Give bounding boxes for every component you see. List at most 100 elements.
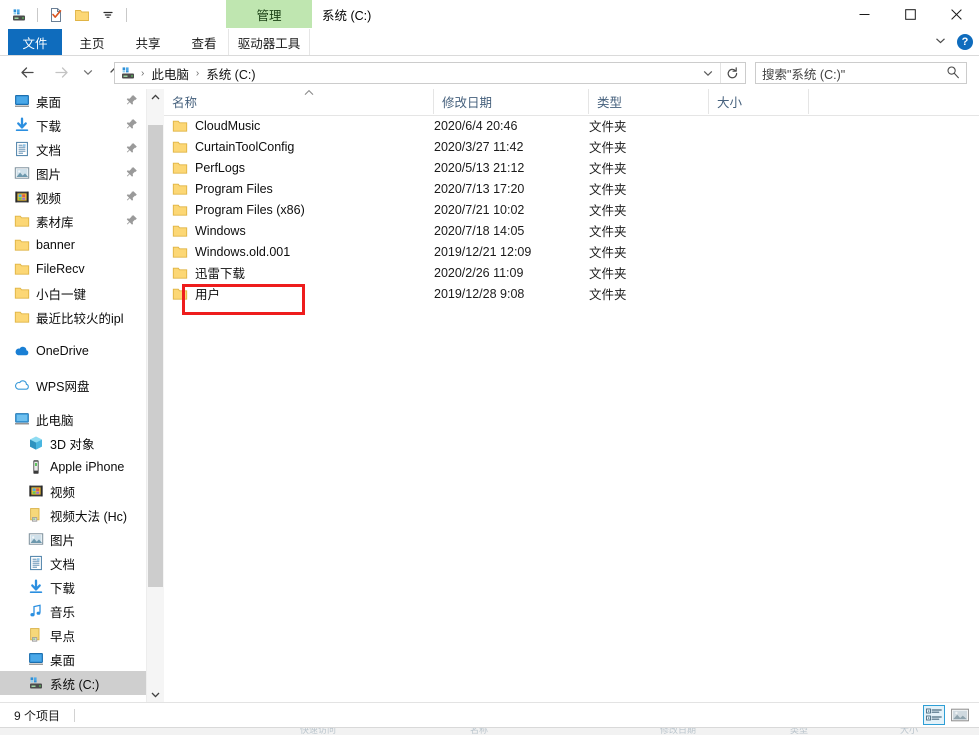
column-header-type[interactable]: 类型 [589, 89, 709, 114]
sidebar-item-0-g0[interactable]: 桌面 [0, 89, 146, 113]
new-folder-icon[interactable] [71, 4, 93, 26]
table-row[interactable]: Program Files 2020/7/13 17:20 文件夹 [164, 178, 979, 199]
sidebar-item-label: 小白一键 [36, 287, 87, 302]
pin-icon[interactable] [126, 94, 138, 106]
back-button[interactable] [14, 59, 40, 85]
sidebar-item-label: 桌面 [36, 95, 62, 110]
scrollbar-thumb[interactable] [148, 125, 163, 587]
sidebar-item-8-g3[interactable]: 音乐 [0, 599, 146, 623]
sidebar-item-6-g3[interactable]: 文档 [0, 551, 146, 575]
navigation-pane-scrollbar[interactable] [146, 89, 164, 703]
sidebar-item-9-g3[interactable]: 早点 [0, 623, 146, 647]
sidebar-item-1-g0[interactable]: 下载 [0, 113, 146, 137]
breadcrumb-system-c[interactable]: 系统 (C:) [204, 64, 257, 83]
file-name-label: Windows.old.001 [195, 244, 291, 259]
sidebar-item-label: 系统 (C:) [50, 677, 100, 692]
table-row[interactable]: 用户 2019/12/28 9:08 文件夹 [164, 283, 979, 304]
table-row[interactable]: Windows.old.001 2019/12/21 12:09 文件夹 [164, 241, 979, 262]
file-name-cell[interactable]: Program Files (x86) [172, 202, 305, 218]
breadcrumb-separator-1[interactable]: › [191, 68, 204, 79]
sidebar-item-1-g3[interactable]: 3D 对象 [0, 431, 146, 455]
file-type-cell: 文件夹 [589, 141, 627, 155]
file-name-cell[interactable]: CurtainToolConfig [172, 139, 294, 155]
sidebar-item-2-g0[interactable]: 文档 [0, 137, 146, 161]
sidebar-item-label: 桌面 [50, 653, 76, 668]
sidebar-item-7-g0[interactable]: FileRecv [0, 257, 146, 281]
sidebar-item-9-g0[interactable]: 最近比较火的ipl [0, 305, 146, 329]
minimize-button[interactable] [841, 0, 887, 29]
file-name-cell[interactable]: CloudMusic [172, 118, 260, 134]
folder-icon [172, 139, 188, 155]
help-icon[interactable]: ? [957, 34, 973, 50]
tab-home[interactable]: 主页 [68, 29, 116, 55]
sidebar-item-6-g0[interactable]: banner [0, 233, 146, 257]
file-name-cell[interactable]: Windows [172, 223, 246, 239]
folder-icon [172, 181, 188, 197]
sidebar-item-2-g3[interactable]: Apple iPhone [0, 455, 146, 479]
column-header-date[interactable]: 修改日期 [434, 89, 589, 114]
file-rows: CloudMusic 2020/6/4 20:46 文件夹 CurtainToolCo… [164, 115, 979, 304]
table-row[interactable]: 迅雷下载 2020/2/26 11:09 文件夹 [164, 262, 979, 283]
file-name-label: Windows [195, 223, 246, 238]
scroll-down-icon[interactable] [147, 686, 164, 703]
search-input[interactable]: 搜索"系统 (C:)" [762, 64, 946, 83]
sidebar-item-0-g3[interactable]: 此电脑 [0, 407, 146, 431]
file-name-cell[interactable]: Program Files [172, 181, 273, 197]
tab-file[interactable]: 文件 [8, 29, 62, 55]
table-row[interactable]: Windows 2020/7/18 14:05 文件夹 [164, 220, 979, 241]
breadcrumb-dropdown-icon[interactable] [697, 63, 719, 83]
file-name-cell[interactable]: 用户 [172, 284, 220, 303]
sidebar-item-8-g0[interactable]: 小白一键 [0, 281, 146, 305]
sidebar-item-0-g2[interactable]: WPS网盘 [0, 373, 146, 397]
large-icons-view-icon[interactable] [949, 705, 971, 725]
tab-share[interactable]: 共享 [124, 29, 172, 55]
pin-icon[interactable] [126, 190, 138, 202]
drive-folder-icon [28, 507, 44, 523]
forward-button[interactable] [48, 59, 74, 85]
search-icon[interactable] [946, 65, 960, 82]
customize-dropdown-icon[interactable] [97, 4, 119, 26]
sidebar-item-label: 最近比较火的ipl [36, 311, 124, 326]
sidebar-item-3-g3[interactable]: 视频 [0, 479, 146, 503]
drive-icon[interactable] [8, 4, 30, 26]
breadcrumb-this-pc[interactable]: 此电脑 [149, 64, 191, 83]
table-row[interactable]: Program Files (x86) 2020/7/21 10:02 文件夹 [164, 199, 979, 220]
sidebar-item-4-g0[interactable]: 视频 [0, 185, 146, 209]
maximize-button[interactable] [887, 0, 933, 29]
sidebar-item-7-g3[interactable]: 下载 [0, 575, 146, 599]
refresh-icon[interactable] [720, 63, 743, 83]
sidebar-item-0-g1[interactable]: OneDrive [0, 339, 146, 363]
file-name-cell[interactable]: 迅雷下载 [172, 263, 245, 282]
search-box[interactable]: 搜索"系统 (C:)" [755, 62, 967, 84]
scroll-up-icon[interactable] [147, 89, 164, 106]
recent-locations-button[interactable] [78, 59, 98, 85]
sidebar-item-11-g3[interactable]: 系统 (C:) [0, 671, 146, 695]
sidebar-item-5-g0[interactable]: 素材库 [0, 209, 146, 233]
pin-icon[interactable] [126, 118, 138, 130]
navigation-pane[interactable]: 桌面 下载 文档 图片 视频 素材库 banner FileRecv 小白一键 最近比较火的ipl… [0, 89, 147, 703]
chevron-down-icon[interactable] [934, 34, 947, 50]
properties-icon[interactable] [45, 4, 67, 26]
table-row[interactable]: PerfLogs 2020/5/13 21:12 文件夹 [164, 157, 979, 178]
sidebar-item-3-g0[interactable]: 图片 [0, 161, 146, 185]
column-header-name[interactable]: 名称 [164, 89, 434, 114]
table-row[interactable]: CloudMusic 2020/6/4 20:46 文件夹 [164, 115, 979, 136]
file-name-cell[interactable]: PerfLogs [172, 160, 245, 176]
breadcrumb-separator-0[interactable]: › [136, 68, 149, 79]
breadcrumb-bar[interactable]: › 此电脑 › 系统 (C:) [114, 62, 746, 84]
table-row[interactable]: CurtainToolConfig 2020/3/27 11:42 文件夹 [164, 136, 979, 157]
pin-icon[interactable] [126, 214, 138, 226]
file-name-cell[interactable]: Windows.old.001 [172, 244, 290, 260]
tab-drive-tools[interactable]: 驱动器工具 [228, 29, 310, 55]
pin-icon[interactable] [126, 142, 138, 154]
pin-icon[interactable] [126, 166, 138, 178]
sidebar-item-label: 素材库 [36, 215, 74, 230]
sidebar-item-5-g3[interactable]: 图片 [0, 527, 146, 551]
column-header-size[interactable]: 大小 [709, 89, 809, 114]
details-view-icon[interactable] [923, 705, 945, 725]
close-button[interactable] [933, 0, 979, 29]
sidebar-item-4-g3[interactable]: 视频大法 (Hc) [0, 503, 146, 527]
sidebar-item-10-g3[interactable]: 桌面 [0, 647, 146, 671]
tab-view[interactable]: 查看 [180, 29, 228, 55]
